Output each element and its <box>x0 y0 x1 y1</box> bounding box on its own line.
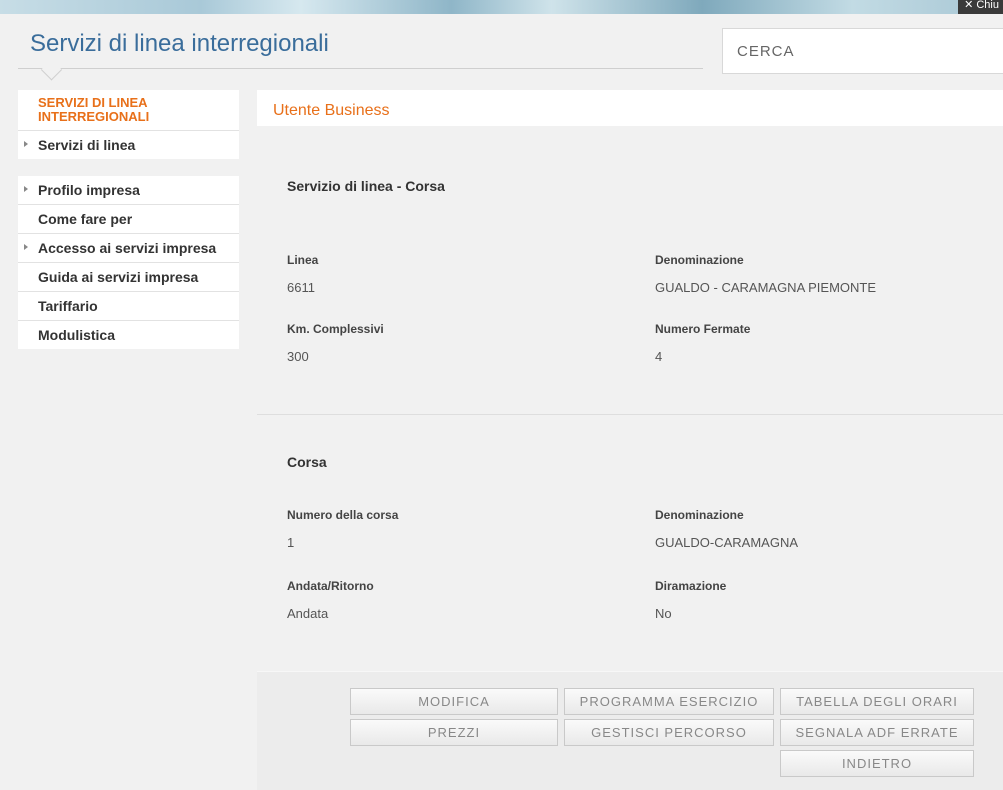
field-denominazione-corsa: Denominazione GUALDO-CARAMAGNA <box>655 508 798 550</box>
field-value: No <box>655 606 672 621</box>
field-value: 4 <box>655 349 663 364</box>
field-label: Denominazione <box>655 508 744 522</box>
title-notch <box>40 59 63 81</box>
field-value: 1 <box>287 535 295 550</box>
search-input[interactable] <box>722 28 1003 74</box>
sidebar-section-title[interactable]: SERVIZI DI LINEA INTERREGIONALI <box>18 90 239 131</box>
segnala-adf-button[interactable]: SEGNALA ADF ERRATE <box>780 719 974 746</box>
field-diramazione: Diramazione No <box>655 579 726 621</box>
field-label: Numero della corsa <box>287 508 399 522</box>
field-label: Numero Fermate <box>655 322 751 336</box>
field-label: Andata/Ritorno <box>287 579 374 593</box>
chevron-right-icon <box>24 141 28 147</box>
field-andata-ritorno: Andata/Ritorno Andata <box>287 579 374 621</box>
programma-esercizio-button[interactable]: PROGRAMMA ESERCIZIO <box>564 688 774 715</box>
gestisci-percorso-button[interactable]: GESTISCI PERCORSO <box>564 719 774 746</box>
sidebar-item-label: Accesso ai servizi impresa <box>38 240 217 256</box>
field-value: GUALDO - CARAMAGNA PIEMONTE <box>655 280 877 295</box>
corsa-section: Corsa Numero della corsa 1 Denominazione… <box>257 415 1003 655</box>
sidebar-item-label: Come fare per <box>38 211 133 227</box>
sidebar-item-label: Servizi di linea <box>38 137 136 153</box>
sidebar: SERVIZI DI LINEA INTERREGIONALI Servizi … <box>18 90 239 349</box>
field-numero-fermate: Numero Fermate 4 <box>655 322 750 364</box>
sidebar-item-modulistica[interactable]: Modulistica <box>18 321 239 349</box>
sidebar-group-impresa: Profilo impresa Come fare per Accesso ai… <box>18 176 239 349</box>
sidebar-item-tariffario[interactable]: Tariffario <box>18 292 239 321</box>
prezzi-button[interactable]: PREZZI <box>350 719 558 746</box>
field-denominazione: Denominazione GUALDO - CARAMAGNA PIEMONT… <box>655 253 876 295</box>
sidebar-item-guida-servizi[interactable]: Guida ai servizi impresa <box>18 263 239 292</box>
field-value: Andata <box>287 606 329 621</box>
sidebar-item-label: Tariffario <box>38 298 98 314</box>
sidebar-item-profilo-impresa[interactable]: Profilo impresa <box>18 176 239 205</box>
field-linea: Linea 6611 <box>287 253 318 295</box>
field-label: Linea <box>287 253 319 267</box>
sidebar-item-label: Profilo impresa <box>38 182 140 198</box>
main-header: Utente Business <box>257 90 1003 126</box>
field-label: Denominazione <box>655 253 744 267</box>
sidebar-group-services: SERVIZI DI LINEA INTERREGIONALI Servizi … <box>18 90 239 159</box>
field-numero-corsa: Numero della corsa 1 <box>287 508 398 550</box>
field-label: Km. Complessivi <box>287 322 384 336</box>
sidebar-item-label: Modulistica <box>38 327 116 343</box>
section-title: Corsa <box>287 454 327 470</box>
sidebar-item-accesso-servizi[interactable]: Accesso ai servizi impresa <box>18 234 239 263</box>
close-link[interactable]: ✕ Chiu <box>958 0 1003 14</box>
sidebar-item-come-fare-per[interactable]: Come fare per <box>18 205 239 234</box>
main-content: Utente Business Servizio di linea - Cors… <box>257 90 1003 790</box>
page-title: Servizi di linea interregionali <box>30 30 329 57</box>
sidebar-item-servizi-di-linea[interactable]: Servizi di linea <box>18 131 239 159</box>
field-value: 6611 <box>287 280 315 295</box>
action-buttons: MODIFICA PROGRAMMA ESERCIZIO TABELLA DEG… <box>257 671 1003 790</box>
sidebar-item-label: Guida ai servizi impresa <box>38 269 199 285</box>
field-km-complessivi: Km. Complessivi 300 <box>287 322 384 364</box>
title-divider <box>18 68 703 69</box>
field-value: 300 <box>287 349 309 364</box>
field-value: GUALDO-CARAMAGNA <box>655 535 799 550</box>
linea-section: Servizio di linea - Corsa Linea 6611 Den… <box>257 126 1003 415</box>
chevron-right-icon <box>24 244 28 250</box>
top-banner-image <box>0 0 1003 14</box>
modifica-button[interactable]: MODIFICA <box>350 688 558 715</box>
field-label: Diramazione <box>655 579 727 593</box>
indietro-button[interactable]: INDIETRO <box>780 750 974 777</box>
section-title: Servizio di linea - Corsa <box>287 178 445 194</box>
chevron-right-icon <box>24 186 28 192</box>
tabella-orari-button[interactable]: TABELLA DEGLI ORARI <box>780 688 974 715</box>
